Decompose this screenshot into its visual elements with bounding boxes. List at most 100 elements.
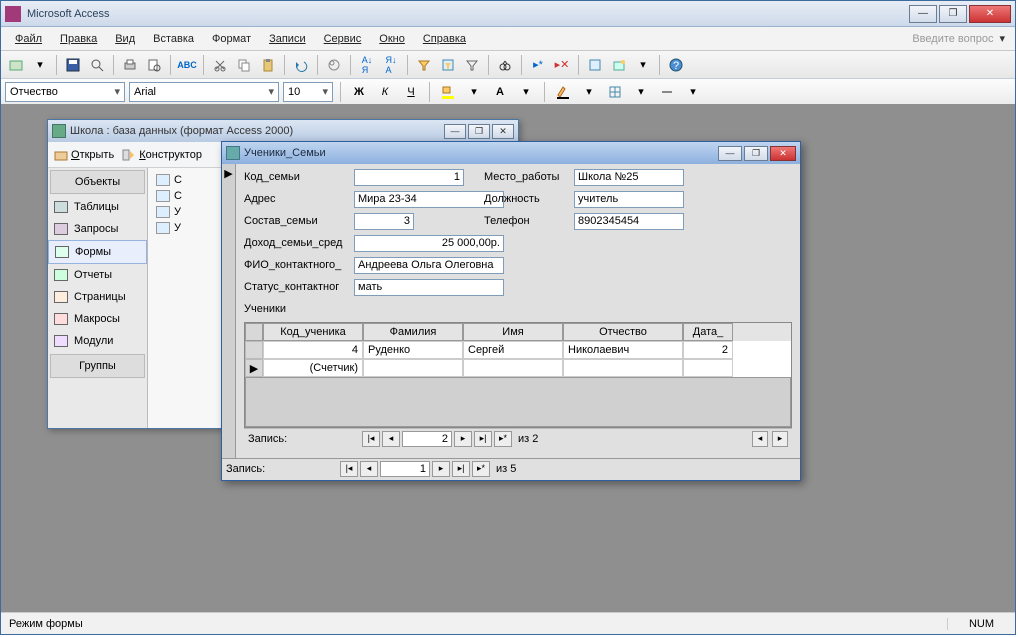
- filter-form-button[interactable]: [437, 54, 459, 76]
- nav-next-button[interactable]: ▸: [454, 431, 472, 447]
- col-fam[interactable]: Фамилия: [363, 323, 463, 341]
- nav-first-button[interactable]: |◂: [340, 461, 358, 477]
- db-minimize-button[interactable]: —: [444, 124, 466, 139]
- form-minimize-button[interactable]: —: [718, 146, 742, 161]
- menu-edit[interactable]: Правка: [52, 30, 105, 48]
- nav-first-button[interactable]: |◂: [362, 431, 380, 447]
- dropdown-icon[interactable]: ▾: [29, 54, 51, 76]
- scroll-right-button[interactable]: ▸: [772, 431, 788, 447]
- cell[interactable]: [363, 359, 463, 377]
- save-button[interactable]: [62, 54, 84, 76]
- cell[interactable]: 4: [263, 341, 363, 359]
- maximize-button[interactable]: ❐: [939, 5, 967, 23]
- scroll-left-button[interactable]: ◂: [752, 431, 768, 447]
- db-maximize-button[interactable]: ❐: [468, 124, 490, 139]
- special-effect-button[interactable]: [656, 81, 678, 103]
- input-sostav[interactable]: 3: [354, 213, 414, 230]
- nav-prev-button[interactable]: ◂: [360, 461, 378, 477]
- db-open-button[interactable]: Открыть: [54, 149, 114, 161]
- print-button[interactable]: [119, 54, 141, 76]
- input-tel[interactable]: 8902345454: [574, 213, 684, 230]
- input-dohod[interactable]: 25 000,00р.: [354, 235, 504, 252]
- spellcheck-button[interactable]: ABC: [176, 54, 198, 76]
- nav-modules[interactable]: Модули: [48, 330, 147, 352]
- paste-button[interactable]: [257, 54, 279, 76]
- bold-button[interactable]: Ж: [348, 81, 370, 103]
- form-close-button[interactable]: ✕: [770, 146, 796, 161]
- col-kod[interactable]: Код_ученика: [263, 323, 363, 341]
- cell[interactable]: [683, 359, 733, 377]
- fill-color-button[interactable]: [437, 81, 459, 103]
- nav-pages[interactable]: Страницы: [48, 286, 147, 308]
- line-color-button[interactable]: [552, 81, 574, 103]
- search-button[interactable]: [86, 54, 108, 76]
- delete-record-button[interactable]: ▸✕: [551, 54, 573, 76]
- new-record-button[interactable]: ▸*: [527, 54, 549, 76]
- new-object-button[interactable]: [608, 54, 630, 76]
- col-name[interactable]: Имя: [463, 323, 563, 341]
- cell[interactable]: 2: [683, 341, 733, 359]
- dropdown-icon[interactable]: ▾: [630, 81, 652, 103]
- menu-help[interactable]: Справка: [415, 30, 474, 48]
- nav-last-button[interactable]: ▸|: [452, 461, 470, 477]
- find-button[interactable]: [494, 54, 516, 76]
- col-otch[interactable]: Отчество: [563, 323, 683, 341]
- nav-macros[interactable]: Макросы: [48, 308, 147, 330]
- view-button[interactable]: [5, 54, 27, 76]
- close-button[interactable]: ✕: [969, 5, 1011, 23]
- cell[interactable]: (Счетчик): [263, 359, 363, 377]
- nav-current[interactable]: 1: [380, 461, 430, 477]
- cell[interactable]: [563, 359, 683, 377]
- table-row[interactable]: 4 Руденко Сергей Николаевич 2: [245, 341, 791, 359]
- nav-next-button[interactable]: ▸: [432, 461, 450, 477]
- row-selector[interactable]: [245, 341, 263, 359]
- undo-button[interactable]: [290, 54, 312, 76]
- italic-button[interactable]: К: [374, 81, 396, 103]
- menu-window[interactable]: Окно: [371, 30, 413, 48]
- menu-records[interactable]: Записи: [261, 30, 314, 48]
- nav-queries[interactable]: Запросы: [48, 218, 147, 240]
- dropdown-icon[interactable]: ▾: [578, 81, 600, 103]
- database-window-button[interactable]: [584, 54, 606, 76]
- form-maximize-button[interactable]: ❐: [744, 146, 768, 161]
- copy-button[interactable]: [233, 54, 255, 76]
- input-dolj[interactable]: учитель: [574, 191, 684, 208]
- gridlines-button[interactable]: [604, 81, 626, 103]
- cell[interactable]: Руденко: [363, 341, 463, 359]
- size-combo[interactable]: 10▾: [283, 82, 333, 102]
- menu-file[interactable]: Файл: [7, 30, 50, 48]
- db-design-button[interactable]: Конструктор: [122, 149, 202, 161]
- font-color-button[interactable]: A: [489, 81, 511, 103]
- ask-question-box[interactable]: Введите вопрос▾: [912, 32, 1009, 45]
- minimize-button[interactable]: —: [909, 5, 937, 23]
- cell[interactable]: Николаевич: [563, 341, 683, 359]
- cut-button[interactable]: [209, 54, 231, 76]
- font-combo[interactable]: Arial▾: [129, 82, 279, 102]
- input-work[interactable]: Школа №25: [574, 169, 684, 186]
- nav-objects[interactable]: Объекты: [50, 170, 145, 194]
- dropdown-icon[interactable]: ▾: [463, 81, 485, 103]
- menu-view[interactable]: Вид: [107, 30, 143, 48]
- input-addr[interactable]: Мира 23-34: [354, 191, 504, 208]
- dropdown-icon[interactable]: ▾: [682, 81, 704, 103]
- col-date[interactable]: Дата_: [683, 323, 733, 341]
- preview-button[interactable]: [143, 54, 165, 76]
- nav-current[interactable]: 2: [402, 431, 452, 447]
- dropdown-icon[interactable]: ▾: [515, 81, 537, 103]
- row-selector-current[interactable]: ▶: [245, 359, 263, 377]
- db-close-button[interactable]: ✕: [492, 124, 514, 139]
- nav-reports[interactable]: Отчеты: [48, 264, 147, 286]
- nav-last-button[interactable]: ▸|: [474, 431, 492, 447]
- help-button[interactable]: ?: [665, 54, 687, 76]
- sort-desc-button[interactable]: Я↓А: [380, 54, 402, 76]
- nav-tables[interactable]: Таблицы: [48, 196, 147, 218]
- nav-new-button[interactable]: ▸*: [472, 461, 490, 477]
- input-kod[interactable]: 1: [354, 169, 464, 186]
- field-combo[interactable]: Отчество▾: [5, 82, 125, 102]
- nav-groups[interactable]: Группы: [50, 354, 145, 378]
- link-button[interactable]: [323, 54, 345, 76]
- sort-asc-button[interactable]: А↓Я: [356, 54, 378, 76]
- dropdown-icon[interactable]: ▾: [632, 54, 654, 76]
- nav-new-button[interactable]: ▸*: [494, 431, 512, 447]
- nav-forms[interactable]: Формы: [48, 240, 147, 264]
